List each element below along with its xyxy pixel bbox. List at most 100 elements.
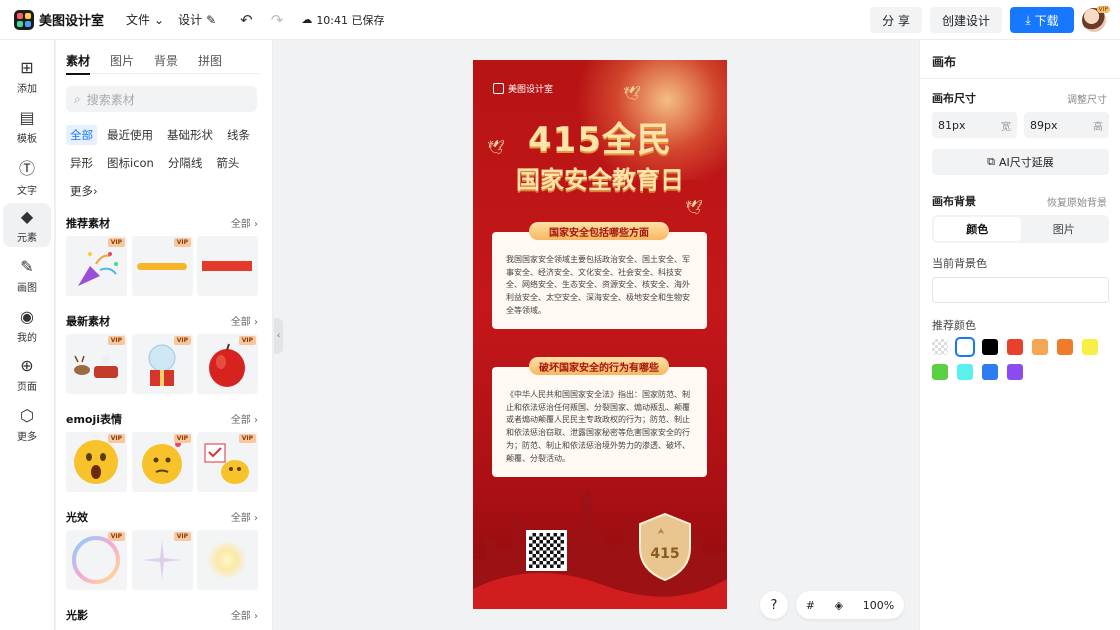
asset-thumb-yellow-brush[interactable]: VIP bbox=[132, 236, 193, 296]
asset-thumb-glow[interactable] bbox=[197, 530, 258, 590]
swatch-white[interactable] bbox=[955, 337, 975, 357]
poster-brand-text: 美图设计室 bbox=[508, 85, 554, 95]
swatch-red[interactable] bbox=[1007, 339, 1023, 355]
rail-label: 元素 bbox=[17, 232, 37, 244]
file-menu-label: 文件 bbox=[126, 13, 151, 27]
section-title: 光影 bbox=[66, 609, 88, 622]
chip-icons[interactable]: 图标icon bbox=[103, 153, 158, 173]
undo-icon[interactable]: ↶ bbox=[240, 11, 253, 29]
asset-thumb-snow-globe[interactable]: VIP bbox=[132, 334, 193, 394]
swatch-green[interactable] bbox=[932, 364, 948, 380]
section-all-link[interactable]: 全部 › bbox=[231, 509, 258, 524]
share-button[interactable]: 分 享 bbox=[870, 7, 922, 33]
asset-thumb-red-bar[interactable] bbox=[197, 236, 258, 296]
rail-label: 模板 bbox=[17, 133, 37, 145]
asset-thumb-party-popper[interactable]: VIP bbox=[66, 236, 127, 296]
vip-badge: VIP bbox=[173, 336, 191, 345]
panel-collapse-handle[interactable]: ‹ bbox=[274, 318, 283, 354]
design-menu-label: 设计 bbox=[178, 13, 203, 27]
current-bg-color-input[interactable] bbox=[932, 277, 1109, 303]
help-button[interactable]: ? bbox=[760, 591, 788, 619]
tab-collage[interactable]: 拼图 bbox=[198, 52, 222, 74]
asset-thumb-apple[interactable]: VIP bbox=[197, 334, 258, 394]
rail-item-text[interactable]: Ⓣ 文字 bbox=[3, 154, 51, 198]
ai-extend-button[interactable]: ⧉ AI尺寸延展 bbox=[932, 149, 1109, 175]
seg-color[interactable]: 颜色 bbox=[934, 217, 1021, 241]
rail-item-more[interactable]: ⬡ 更多 bbox=[3, 402, 51, 446]
chip-recent[interactable]: 最近使用 bbox=[103, 125, 157, 145]
tab-backgrounds[interactable]: 背景 bbox=[154, 52, 178, 74]
swatch-transparent[interactable] bbox=[932, 339, 948, 355]
avatar[interactable]: VIP bbox=[1082, 6, 1110, 32]
poster-shield-badge: 415 bbox=[639, 512, 691, 582]
height-field[interactable]: 89px 高 bbox=[1024, 112, 1109, 138]
recommend-color-label: 推荐颜色 bbox=[932, 319, 976, 332]
asset-thumb-rainbow-bubble[interactable]: VIP bbox=[66, 530, 127, 590]
redo-icon[interactable]: ↷ bbox=[271, 11, 284, 29]
properties-panel: 画布 画布尺寸 调整尺寸 81px 宽 89px 高 ⧉ AI尺寸延展 画布背景… bbox=[919, 40, 1120, 630]
search-input[interactable]: ⌕ 搜索素材 bbox=[66, 86, 257, 112]
shapes-icon: ◆ bbox=[20, 206, 34, 226]
swatch-orange[interactable] bbox=[1057, 339, 1073, 355]
chip-irregular[interactable]: 异形 bbox=[66, 153, 97, 173]
swatch-cyan[interactable] bbox=[957, 364, 973, 380]
chevron-right-icon: › bbox=[93, 184, 98, 198]
layers-icon[interactable]: ◈ bbox=[835, 599, 843, 612]
chip-arrows[interactable]: 箭头 bbox=[212, 153, 243, 173]
rail-item-add[interactable]: ⊞ 添加 bbox=[3, 54, 51, 98]
download-label: 下载 bbox=[1034, 13, 1059, 28]
create-design-button[interactable]: 创建设计 bbox=[929, 7, 1002, 33]
help-icon: ? bbox=[770, 597, 778, 613]
dove-icon: 🕊 bbox=[623, 86, 641, 102]
section-all-link[interactable]: 全部 › bbox=[231, 215, 258, 230]
asset-thumb-shocked-emoji[interactable]: VIP bbox=[66, 432, 127, 492]
asset-thumb-check-duck[interactable]: VIP bbox=[197, 432, 258, 492]
poster-qr-code bbox=[526, 530, 567, 571]
rail-item-mine[interactable]: ◉ 我的 bbox=[3, 303, 51, 347]
height-value: 89px bbox=[1030, 118, 1058, 132]
asset-thumb-thinking-emoji[interactable]: VIP bbox=[132, 432, 193, 492]
chip-more[interactable]: 更多 › bbox=[66, 181, 102, 201]
asset-thumb-sparkle[interactable]: VIP bbox=[132, 530, 193, 590]
section-all-link[interactable]: 全部 › bbox=[231, 411, 258, 426]
rail-item-page[interactable]: ⊕ 页面 bbox=[3, 352, 51, 396]
save-time: 10:41 已保存 bbox=[316, 13, 385, 27]
design-menu[interactable]: 设计 ✎ bbox=[178, 11, 216, 28]
file-menu[interactable]: 文件 ⌄ bbox=[126, 11, 164, 28]
grid-icon[interactable]: # bbox=[806, 599, 815, 612]
chip-basic-shapes[interactable]: 基础形状 bbox=[163, 125, 217, 145]
swatch-blue[interactable] bbox=[982, 364, 998, 380]
swatch-yellow[interactable] bbox=[1082, 339, 1098, 355]
rail-item-draw[interactable]: ✎ 画图 bbox=[3, 253, 51, 297]
rail-item-elements[interactable]: ◆ 元素 bbox=[3, 203, 51, 247]
seg-image[interactable]: 图片 bbox=[1021, 217, 1108, 241]
resize-link[interactable]: 调整尺寸 bbox=[1067, 91, 1107, 106]
restore-bg-link[interactable]: 恢复原始背景 bbox=[1047, 194, 1107, 209]
current-bg-label: 当前背景色 bbox=[932, 257, 987, 270]
section-all-link[interactable]: 全部 › bbox=[231, 313, 258, 328]
section-all-link[interactable]: 全部 › bbox=[231, 607, 258, 622]
search-placeholder: 搜索素材 bbox=[86, 92, 135, 107]
width-field[interactable]: 81px 宽 bbox=[932, 112, 1017, 138]
zoom-level[interactable]: 100% bbox=[863, 599, 894, 612]
tab-images[interactable]: 图片 bbox=[110, 52, 134, 74]
asset-thumb-reindeer[interactable]: VIP bbox=[66, 334, 127, 394]
app-logo[interactable]: 美图设计室 bbox=[14, 9, 114, 30]
section-title: emoji表情 bbox=[66, 413, 123, 426]
chip-lines[interactable]: 线条 bbox=[223, 125, 254, 145]
swatch-light-orange[interactable] bbox=[1032, 339, 1048, 355]
swatch-black[interactable] bbox=[982, 339, 998, 355]
download-button[interactable]: ⤓ 下载 bbox=[1010, 7, 1074, 33]
poster-canvas[interactable]: 美图设计室 🕊 🕊 🕊 415全民 国家安全教育日 我国国家安全领域主要包括政治… bbox=[473, 60, 727, 609]
poster-card-1-text: 我国国家安全领域主要包括政治安全、国土安全、军事安全、经济安全、文化安全、社会安… bbox=[506, 255, 690, 315]
width-value: 81px bbox=[938, 118, 966, 132]
chip-dividers[interactable]: 分隔线 bbox=[164, 153, 207, 173]
rail-item-template[interactable]: ▤ 模板 bbox=[3, 104, 51, 148]
width-unit: 宽 bbox=[1001, 121, 1011, 133]
tab-assets[interactable]: 素材 bbox=[66, 52, 91, 75]
vip-badge: VIP bbox=[173, 434, 191, 443]
canvas-size-label: 画布尺寸 bbox=[932, 92, 976, 105]
chip-all[interactable]: 全部 bbox=[66, 125, 97, 145]
swatch-purple[interactable] bbox=[1007, 364, 1023, 380]
divider bbox=[920, 78, 1120, 79]
